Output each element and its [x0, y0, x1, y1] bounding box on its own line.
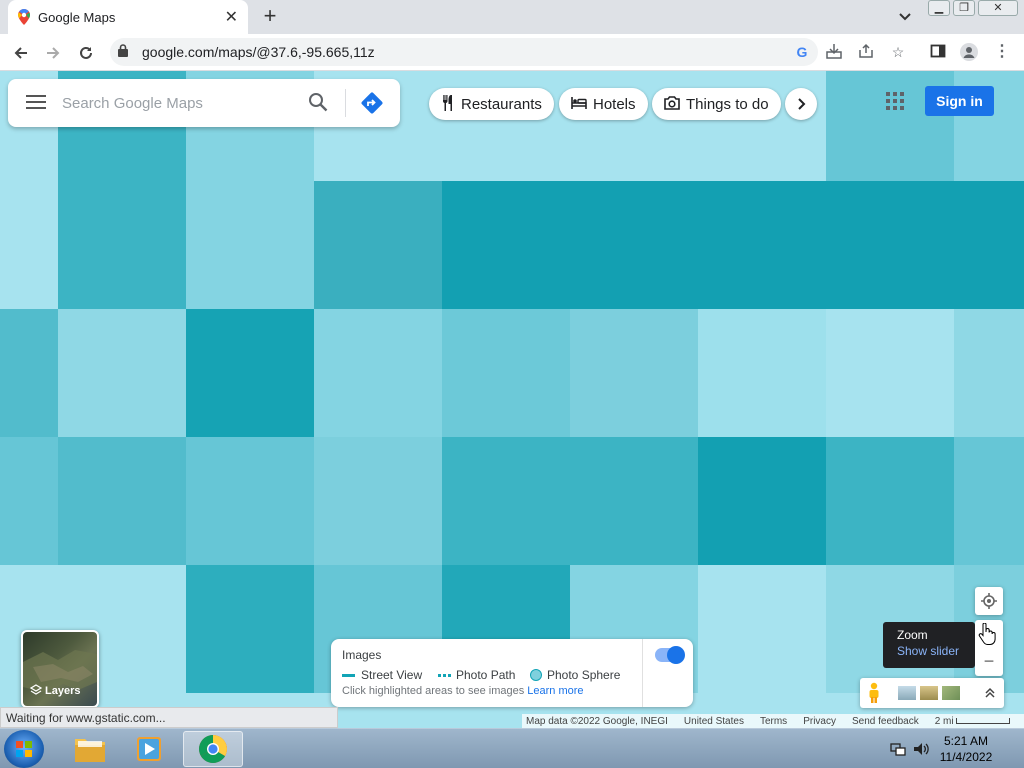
photo-sphere-dot-icon	[530, 669, 542, 681]
media-player-icon	[137, 737, 161, 761]
images-title: Images	[342, 648, 382, 662]
folder-icon	[75, 739, 105, 762]
chevron-right-icon	[798, 98, 806, 110]
learn-more-link[interactable]: Learn more	[527, 685, 583, 697]
zoom-tooltip: Zoom Show slider	[883, 622, 975, 668]
bookmark-star-icon[interactable]: ☆	[889, 43, 907, 61]
profile-avatar-icon[interactable]	[960, 43, 978, 61]
browser-status-bar: Waiting for www.gstatic.com...	[0, 707, 338, 728]
search-input[interactable]	[62, 89, 302, 117]
imagery-thumb-1[interactable]	[898, 686, 916, 700]
tab-google-maps[interactable]: Google Maps ✕	[8, 0, 248, 34]
imagery-thumb-2[interactable]	[920, 686, 938, 700]
media-player-taskbar-button[interactable]	[121, 731, 177, 767]
location-target-icon	[981, 593, 997, 609]
forward-arrow-icon	[47, 47, 60, 59]
layers-icon	[29, 684, 43, 695]
tab-title: Google Maps	[38, 9, 116, 25]
images-hint: Click highlighted areas to see images Le…	[342, 685, 584, 697]
maps-pin-icon	[18, 9, 30, 25]
back-button[interactable]	[8, 40, 34, 66]
country-label[interactable]: United States	[684, 716, 744, 727]
chip-label: Things to do	[686, 95, 769, 113]
images-toggle[interactable]	[655, 646, 685, 664]
chip-things-to-do[interactable]: Things to do	[652, 88, 781, 120]
network-tray-icon[interactable]	[890, 741, 906, 757]
taskbar-clock[interactable]: 5:21 AM 11/4/2022	[930, 733, 1002, 765]
tab-search-icon[interactable]	[897, 8, 913, 24]
legend-photo-path: Photo Path	[438, 668, 515, 682]
new-tab-button[interactable]: +	[258, 5, 282, 29]
back-arrow-icon	[14, 47, 27, 59]
menu-hamburger-icon[interactable]	[26, 95, 46, 109]
hand-cursor-icon	[978, 622, 996, 645]
map-data-credit: Map data ©2022 Google, INEGI	[526, 715, 668, 727]
pegman-imagery-bar	[860, 678, 1004, 708]
map-attribution-bar: Map data ©2022 Google, INEGI United Stat…	[522, 714, 1024, 728]
privacy-link[interactable]: Privacy	[803, 716, 836, 727]
side-panel-icon[interactable]	[929, 43, 947, 61]
legend-photo-sphere: Photo Sphere	[530, 668, 620, 682]
lock-icon[interactable]	[118, 44, 130, 58]
imagery-thumb-3[interactable]	[942, 686, 960, 700]
chip-label: Restaurants	[461, 95, 542, 113]
file-explorer-taskbar-button[interactable]	[62, 731, 118, 767]
chrome-taskbar-button[interactable]	[183, 731, 243, 767]
chevron-up-icon[interactable]	[984, 687, 996, 699]
bed-icon	[571, 96, 587, 112]
chip-restaurants[interactable]: Restaurants	[429, 88, 554, 120]
google-apps-icon[interactable]	[886, 92, 904, 110]
install-app-icon[interactable]	[825, 43, 843, 61]
show-slider-link[interactable]: Show slider	[897, 644, 961, 658]
minimize-button[interactable]: ▁	[928, 0, 950, 16]
volume-tray-icon[interactable]	[913, 741, 931, 757]
clock-time: 5:21 AM	[943, 734, 989, 748]
legend-street-view: Street View	[342, 668, 422, 682]
reload-button[interactable]	[73, 40, 99, 66]
close-window-button[interactable]: ✕	[978, 0, 1018, 16]
share-icon[interactable]	[857, 43, 875, 61]
map-canvas[interactable]	[0, 71, 1024, 728]
reload-icon	[80, 46, 92, 59]
images-divider	[642, 639, 643, 707]
sign-in-button[interactable]: Sign in	[925, 86, 994, 116]
tab-close-icon[interactable]: ✕	[225, 7, 238, 27]
windows-logo-icon	[16, 741, 32, 757]
search-icon[interactable]	[308, 92, 330, 114]
send-feedback-link[interactable]: Send feedback	[852, 716, 919, 727]
clock-date: 11/4/2022	[939, 750, 993, 764]
zoom-tooltip-title: Zoom	[897, 628, 928, 642]
chips-more-button[interactable]	[785, 88, 817, 120]
restore-button[interactable]: ❐	[953, 0, 975, 16]
chip-hotels[interactable]: Hotels	[559, 88, 648, 120]
pegman-icon[interactable]	[867, 682, 881, 704]
utensils-icon	[441, 94, 455, 114]
layers-label: Layers	[29, 684, 80, 697]
chrome-menu-icon[interactable]: ⋮	[993, 43, 1011, 61]
google-lens-icon[interactable]: G	[793, 43, 811, 61]
scale-label[interactable]: 2 mi	[935, 716, 954, 727]
forward-button[interactable]	[40, 40, 66, 66]
zoom-out-button[interactable]: −	[975, 648, 1003, 676]
search-divider	[345, 89, 346, 117]
url-text[interactable]: google.com/maps/@37.6,-95.665,11z	[142, 44, 375, 60]
scale-bar	[955, 718, 1010, 724]
photo-path-line-icon	[438, 673, 451, 677]
terms-link[interactable]: Terms	[760, 716, 787, 727]
my-location-button[interactable]	[975, 587, 1003, 615]
chrome-icon	[199, 735, 227, 763]
directions-icon[interactable]	[360, 91, 384, 115]
chip-label: Hotels	[593, 95, 636, 113]
street-view-line-icon	[342, 673, 355, 677]
camera-icon	[664, 95, 680, 113]
start-button[interactable]	[4, 730, 44, 768]
